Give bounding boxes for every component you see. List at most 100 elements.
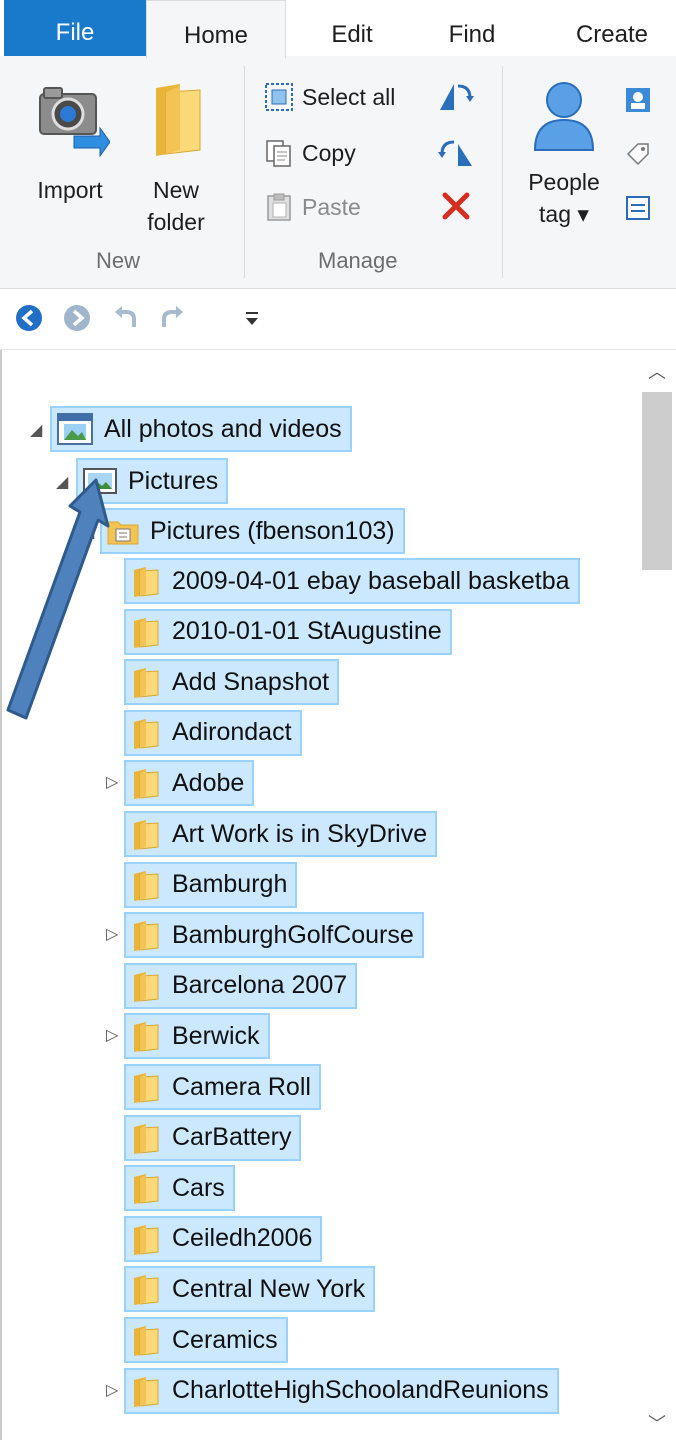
collapsed-arrow-icon[interactable]: ▷	[106, 1380, 118, 1400]
forward-icon[interactable]	[62, 303, 92, 333]
tree-node-label: Add Snapshot	[172, 667, 330, 696]
tree-node-folder[interactable]: Camera Roll	[124, 1062, 321, 1112]
collapsed-arrow-icon[interactable]: ▷	[106, 772, 118, 792]
tree-node-folder[interactable]: CarBattery	[124, 1113, 302, 1163]
folder-icon	[134, 668, 159, 699]
back-icon[interactable]	[14, 303, 44, 333]
ribbon-separator	[502, 66, 503, 278]
collapsed-arrow-icon[interactable]: ▷	[106, 924, 118, 944]
tree-node-folder[interactable]: Art Work is in SkyDrive	[124, 809, 438, 859]
folder-icon	[134, 921, 159, 952]
vertical-scrollbar[interactable]: ︿ ﹀	[638, 350, 676, 1440]
tree-node-folder[interactable]: Bamburgh	[124, 860, 298, 910]
customize-toolbar-icon[interactable]	[240, 303, 264, 333]
tree-node-folder[interactable]: Adirondact	[124, 708, 302, 758]
tree-node-folder[interactable]: Ceramics	[124, 1315, 288, 1365]
tree-node-account-folder[interactable]: Pictures (fbenson103)	[100, 506, 405, 556]
new-folder-button[interactable]: New folder	[128, 80, 224, 238]
paste-button[interactable]: Paste	[264, 192, 361, 222]
folder-icon	[134, 1376, 159, 1407]
tab-create[interactable]: Create	[548, 0, 676, 56]
tree-node-label: Central New York	[172, 1274, 366, 1303]
folder-icon	[134, 971, 159, 1002]
people-tag-label-1: People	[528, 169, 600, 195]
tree-node-label: All photos and videos	[104, 414, 342, 443]
photo-gallery-icon	[57, 413, 93, 445]
tree-node-folder[interactable]: Adobe	[124, 758, 255, 808]
scroll-up-icon[interactable]: ︿	[648, 358, 666, 384]
scroll-down-icon[interactable]: ﹀	[648, 1410, 666, 1436]
folder-icon	[134, 1174, 159, 1205]
tree-node-folder[interactable]: Central New York	[124, 1264, 376, 1314]
tab-file[interactable]: File	[4, 0, 146, 56]
rotate-right-icon[interactable]	[436, 136, 476, 170]
folder-with-file-icon	[107, 521, 139, 545]
new-folder-label-2: folder	[147, 209, 205, 235]
folder-icon	[134, 718, 159, 749]
tree-node-label: Bamburgh	[172, 870, 288, 899]
ribbon-home: Import New folder New Select all Copy Pa…	[0, 56, 676, 289]
tree-node-folder[interactable]: BamburghGolfCourse	[124, 910, 424, 960]
folder-icon	[134, 1123, 159, 1154]
tree-node-label: 2010-01-01 StAugustine	[172, 617, 442, 646]
folder-icon	[134, 1326, 159, 1356]
person-icon	[533, 82, 595, 151]
folder-icon	[134, 1224, 159, 1255]
tree-node-folder[interactable]: Ceiledh2006	[124, 1214, 323, 1264]
tree-node-folder[interactable]: 2010-01-01 StAugustine	[124, 607, 452, 657]
select-all-label: Select all	[302, 83, 396, 110]
collapsed-arrow-icon[interactable]: ▷	[106, 1025, 118, 1045]
tag-icon[interactable]	[624, 140, 652, 168]
tree-node-label: Adirondact	[172, 718, 292, 747]
folder-icon	[134, 820, 159, 850]
tree-node-label: Adobe	[172, 768, 245, 797]
folder-icon	[156, 84, 201, 156]
folder-icon	[134, 870, 159, 901]
expanded-arrow-icon[interactable]: ◢	[30, 420, 42, 440]
tab-edit[interactable]: Edit	[302, 0, 402, 56]
people-tag-label-2: tag ▾	[539, 201, 589, 227]
copy-label: Copy	[302, 139, 356, 166]
group-label-new: New	[96, 248, 141, 273]
people-tag-button[interactable]: People tag ▾	[514, 76, 614, 230]
tree-node-folder[interactable]: CharlotteHighSchoolandReunions	[124, 1366, 559, 1416]
rotate-left-icon[interactable]	[436, 80, 476, 114]
folder-icon	[134, 1275, 159, 1306]
copy-button[interactable]: Copy	[264, 138, 356, 168]
properties-icon[interactable]	[624, 86, 652, 114]
tree-node-label: Pictures	[128, 466, 219, 495]
tree-node-label: CharlotteHighSchoolandReunions	[172, 1376, 549, 1405]
quick-access-toolbar	[0, 289, 676, 350]
select-all-icon	[265, 83, 293, 111]
ribbon-separator	[244, 66, 245, 278]
tab-find[interactable]: Find	[420, 0, 524, 56]
folder-icon	[134, 617, 159, 648]
select-all-button[interactable]: Select all	[264, 82, 395, 112]
tree-node-label: Barcelona 2007	[172, 971, 348, 1000]
import-button[interactable]: Import	[20, 80, 120, 206]
tree-node-label: CarBattery	[172, 1123, 292, 1152]
tree-node-all-photos[interactable]: All photos and videos	[50, 404, 352, 454]
tree-node-folder[interactable]: Barcelona 2007	[124, 961, 358, 1011]
tree-node-label: Berwick	[172, 1021, 260, 1050]
tree-node-label: Cars	[172, 1173, 225, 1202]
tree-node-folder[interactable]: Add Snapshot	[124, 657, 340, 707]
annotation-arrow	[6, 478, 110, 720]
caption-icon[interactable]	[624, 194, 652, 222]
undo-icon[interactable]	[110, 303, 140, 333]
tree-node-folder[interactable]: 2009-04-01 ebay baseball basketba	[124, 556, 580, 606]
redo-icon[interactable]	[158, 303, 188, 333]
folder-icon	[134, 1022, 159, 1053]
tree-node-folder[interactable]: Berwick	[124, 1011, 270, 1061]
delete-icon[interactable]	[440, 190, 472, 222]
folder-icon	[134, 1073, 159, 1103]
scrollbar-thumb[interactable]	[642, 392, 672, 570]
copy-icon	[266, 140, 291, 167]
camera-import-icon	[39, 87, 111, 158]
tab-home[interactable]: Home	[146, 0, 286, 58]
new-folder-label-1: New	[152, 177, 199, 203]
tree-node-label: Ceiledh2006	[172, 1224, 313, 1253]
tree-node-label: Pictures (fbenson103)	[150, 516, 395, 545]
tree-node-folder[interactable]: Cars	[124, 1163, 235, 1213]
folder-icon	[134, 769, 159, 800]
